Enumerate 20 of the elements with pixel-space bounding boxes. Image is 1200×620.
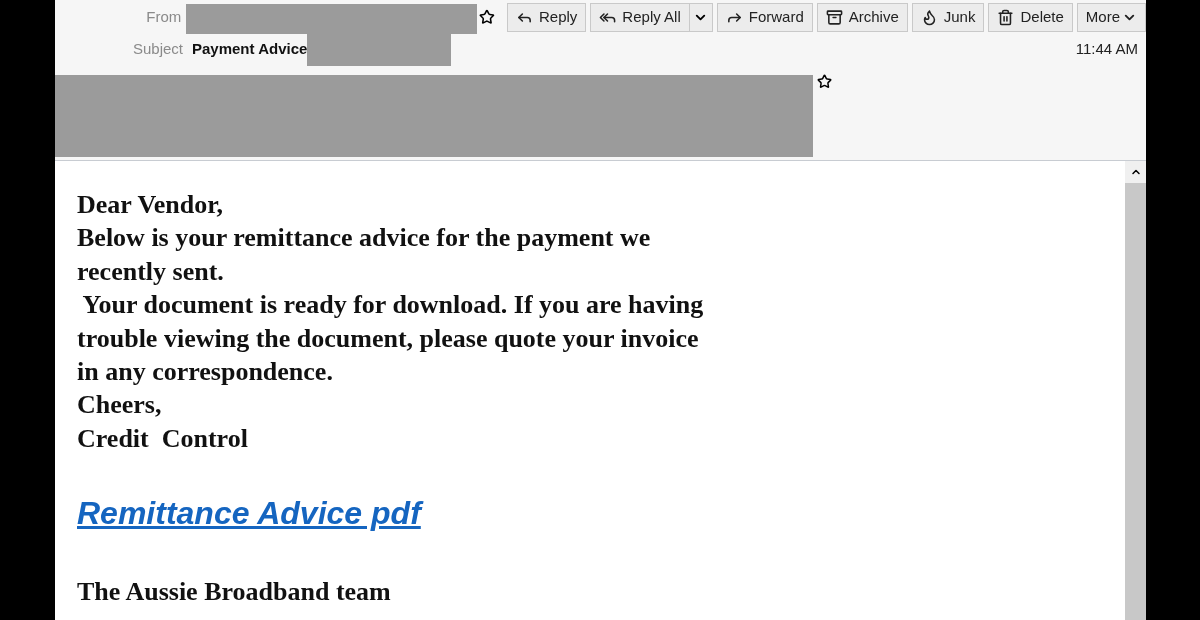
reply-button[interactable]: Reply [507,2,587,32]
from-label: From [145,6,182,27]
subject-label: Subject [131,38,183,59]
reply-all-button[interactable]: Reply All [590,2,689,32]
body-text-line: Your document is ready for download. If you are having [81,289,704,322]
body-text-line: in any correspondence. [77,356,333,389]
delete-button[interactable]: Delete [988,2,1073,32]
forward-button[interactable]: Forward [716,2,813,32]
signature-text: The Aussie Broadband team [77,576,391,609]
subject-text: Payment Advice [192,38,308,59]
body-text-line: Dear Vendor, [77,189,223,221]
junk-button[interactable]: Junk [911,2,985,32]
more-button[interactable]: More [1076,2,1146,32]
body-text-line: trouble viewing the document, please quote your invoice [77,322,699,355]
body-text-line: Credit Control [77,422,248,455]
archive-button[interactable]: Archive [816,2,908,32]
body-text-line: recently sent. [77,255,224,288]
body-text-line: Cheers, [77,389,162,422]
body-text-line: Below is your remittance advice for the payment we [77,222,651,255]
time-text: 11:44 AM [1075,38,1138,59]
